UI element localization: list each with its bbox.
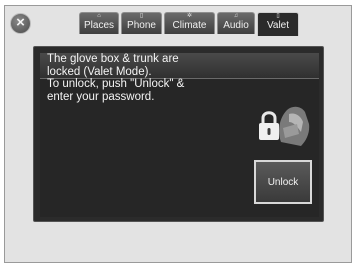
tab-phone[interactable]: ▯ Phone — [121, 12, 162, 34]
phone-icon: ▯ — [139, 13, 144, 19]
tab-label: Places — [83, 20, 114, 31]
tab-climate[interactable]: ✲ Climate — [164, 12, 215, 34]
tab-label: Phone — [127, 20, 156, 31]
tab-places[interactable]: ⌂ Places — [79, 12, 119, 34]
unlock-button[interactable]: Unlock — [254, 160, 312, 204]
tab-label: Valet — [266, 20, 290, 31]
tab-valet[interactable]: ▯ Valet — [257, 12, 299, 36]
tab-audio[interactable]: ♫ Audio — [217, 12, 255, 34]
valet-message: The glove box & trunk are locked (Valet … — [47, 53, 185, 103]
close-icon: × — [16, 14, 25, 31]
valet-icon: ▯ — [276, 13, 280, 19]
close-button[interactable]: × — [10, 13, 31, 34]
tab-label: Audio — [223, 20, 249, 31]
tab-label: Climate — [172, 20, 207, 31]
map-pin-icon: ⌂ — [97, 13, 101, 19]
fan-icon: ✲ — [186, 13, 193, 19]
unlock-button-label: Unlock — [267, 176, 299, 188]
music-note-icon: ♫ — [233, 13, 239, 19]
lock-icon — [259, 106, 310, 146]
